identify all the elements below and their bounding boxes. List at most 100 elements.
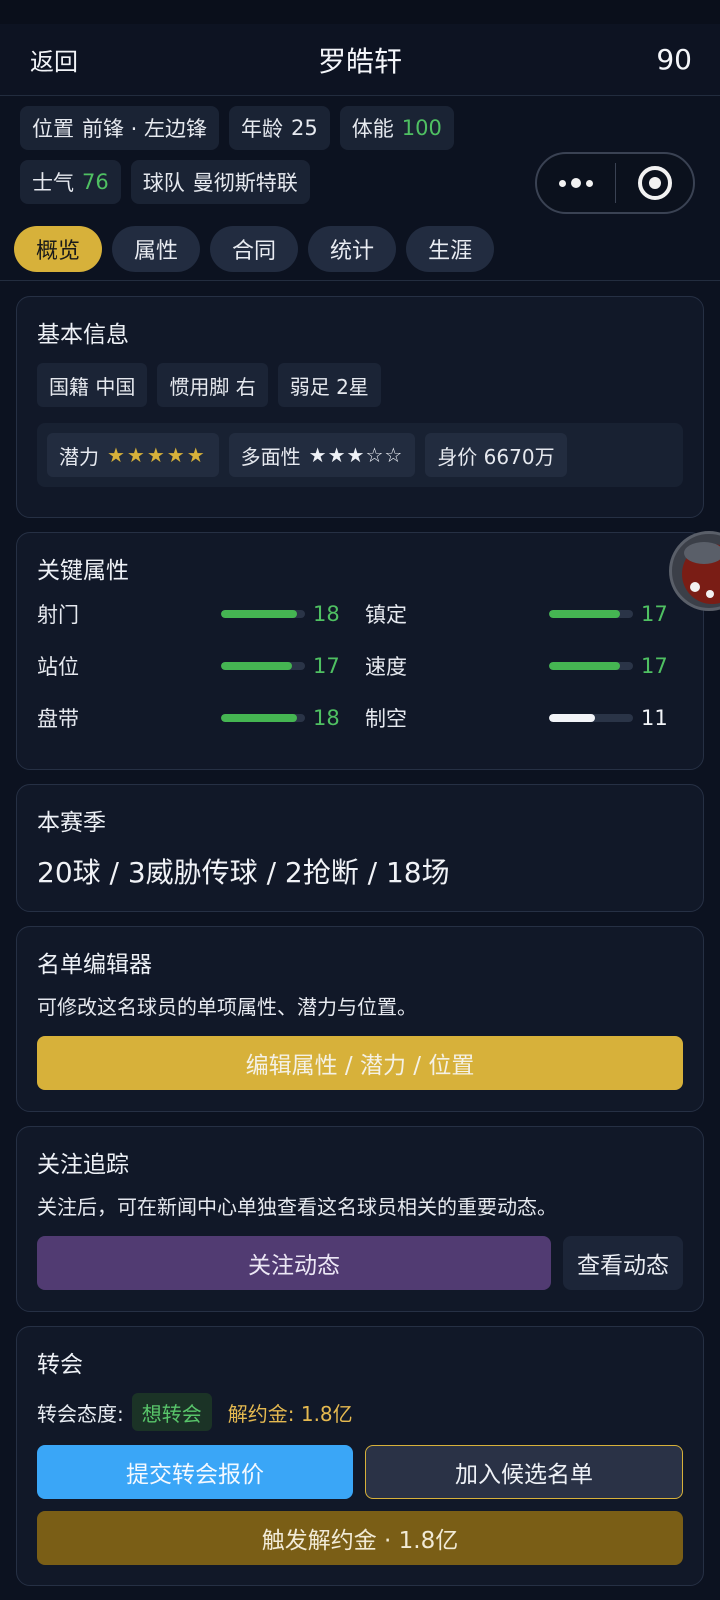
overall-rating: 90 <box>656 43 692 76</box>
release-clause: 解约金: 1.8亿 <box>227 1401 353 1426</box>
chip-label: 士气 <box>32 171 74 195</box>
close-miniprogram-icon[interactable] <box>616 166 693 200</box>
attribute-name: 射门 <box>37 603 79 627</box>
status-bar <box>0 0 720 24</box>
card-title: 基本信息 <box>37 322 129 348</box>
potential-label: 潜力 <box>59 444 99 469</box>
tab-attributes[interactable]: 属性 <box>112 226 201 272</box>
potential-tag: 潜力 ★★★★★ <box>47 433 219 477</box>
season-card: 本赛季 20球 / 3威胁传球 / 2抢断 / 18场 <box>16 784 704 912</box>
age-chip: 年龄 25 <box>229 106 330 150</box>
attribute-value: 17 <box>641 654 668 678</box>
chip-label: 体能 <box>351 117 394 141</box>
miniprogram-capsule <box>535 152 695 214</box>
chip-label: 位置 <box>32 117 74 141</box>
attribute-name: 站位 <box>37 655 79 679</box>
versatility-stars: ★★★☆☆ <box>308 443 404 467</box>
attribute-name: 盘带 <box>37 707 79 731</box>
tabs-divider <box>0 280 720 281</box>
edit-attributes-button[interactable]: 编辑属性 / 潜力 / 位置 <box>37 1036 683 1090</box>
transfer-actions: 提交转会报价 加入候选名单 <box>37 1445 683 1499</box>
attribute-bar <box>221 714 305 722</box>
card-title: 关键属性 <box>37 558 129 584</box>
key-attributes-card: 关键属性 射门 18 镇定 17 站位 17 速度 17 盘带 18 制空 11 <box>16 532 704 770</box>
attribute-bar <box>549 662 633 670</box>
chip-value: 前锋 · 左边锋 <box>82 117 208 141</box>
attribute-name: 制空 <box>365 707 407 731</box>
attribute-value: 17 <box>641 602 668 626</box>
attribute-row: 射门 18 <box>37 599 355 629</box>
follow-card: 关注追踪 关注后，可在新闻中心单独查看这名球员相关的重要动态。 关注动态 查看动… <box>16 1126 704 1312</box>
chip-value: 25 <box>291 116 318 140</box>
tab-stats[interactable]: 统计 <box>308 226 397 272</box>
chip-value: 曼彻斯特联 <box>192 171 298 195</box>
chip-label: 年龄 <box>241 117 284 141</box>
attribute-bar <box>549 610 633 618</box>
tab-career[interactable]: 生涯 <box>406 226 495 272</box>
roster-editor-card: 名单编辑器 可修改这名球员的单项属性、潜力与位置。 编辑属性 / 潜力 / 位置 <box>16 926 704 1112</box>
attribute-row: 站位 17 <box>37 651 355 681</box>
add-shortlist-button[interactable]: 加入候选名单 <box>365 1445 683 1499</box>
chip-label: 球队 <box>142 171 185 195</box>
more-menu-icon[interactable] <box>537 178 615 188</box>
follow-actions: 关注动态 查看动态 <box>37 1236 683 1290</box>
view-news-button[interactable]: 查看动态 <box>563 1236 683 1290</box>
card-title: 关注追踪 <box>37 1152 129 1178</box>
basic-tags: 国籍 中国 惯用脚 右 弱足 2星 <box>37 363 683 407</box>
team-chip: 球队 曼彻斯特联 <box>130 160 310 204</box>
tab-contract[interactable]: 合同 <box>210 226 299 272</box>
rating-tags: 潜力 ★★★★★ 多面性 ★★★☆☆ 身价 6670万 <box>37 423 683 487</box>
position-chip: 位置 前锋 · 左边锋 <box>20 106 220 150</box>
attribute-value: 11 <box>641 706 668 730</box>
versatility-tag: 多面性 ★★★☆☆ <box>228 433 416 477</box>
chip-value: 76 <box>82 170 109 194</box>
attribute-bar-fill <box>221 714 297 722</box>
attribute-grid: 射门 18 镇定 17 站位 17 速度 17 盘带 18 制空 11 <box>37 599 683 733</box>
transfer-card: 转会 转会态度: 想转会 解约金: 1.8亿 提交转会报价 加入候选名单 触发解… <box>16 1326 704 1586</box>
tab-bar: 概览 属性 合同 统计 生涯 <box>0 226 508 272</box>
weak-foot-tag: 弱足 2星 <box>277 363 381 407</box>
attribute-row: 盘带 18 <box>37 703 355 733</box>
attribute-bar-fill <box>221 610 297 618</box>
attribute-row: 速度 17 <box>365 651 683 681</box>
page-title: 罗皓轩 <box>317 44 402 78</box>
attribute-bar-fill <box>549 714 596 722</box>
tab-overview[interactable]: 概览 <box>14 226 103 272</box>
card-title: 本赛季 <box>37 810 106 836</box>
player-summary-chips: 位置 前锋 · 左边锋 年龄 25 体能 100 士气 76 球队 曼彻斯特联 <box>0 96 580 204</box>
card-title: 名单编辑器 <box>37 952 152 978</box>
attribute-bar <box>221 610 305 618</box>
attribute-name: 速度 <box>365 655 407 679</box>
morale-chip: 士气 76 <box>20 160 121 204</box>
editor-description: 可修改这名球员的单项属性、潜力与位置。 <box>37 995 417 1019</box>
trigger-release-clause-button[interactable]: 触发解约金 · 1.8亿 <box>37 1511 683 1565</box>
overview-content: 基本信息 国籍 中国 惯用脚 右 弱足 2星 潜力 ★★★★★ 多面性 ★★★☆… <box>16 296 704 1600</box>
attribute-bar-fill <box>549 662 621 670</box>
top-nav-bar: 返回 罗皓轩 90 <box>0 24 720 96</box>
attribute-bar-fill <box>221 662 293 670</box>
basic-info-card: 基本信息 国籍 中国 惯用脚 右 弱足 2星 潜力 ★★★★★ 多面性 ★★★☆… <box>16 296 704 518</box>
market-value-tag: 身价 6670万 <box>425 433 567 477</box>
attribute-bar <box>549 714 633 722</box>
versatility-label: 多面性 <box>240 444 301 469</box>
attribute-bar <box>221 662 305 670</box>
follow-button[interactable]: 关注动态 <box>37 1236 551 1290</box>
back-button[interactable]: 返回 <box>30 42 78 77</box>
transfer-attitude-row: 转会态度: 想转会 解约金: 1.8亿 <box>37 1393 683 1431</box>
attribute-row: 制空 11 <box>365 703 683 733</box>
attribute-row: 镇定 17 <box>365 599 683 629</box>
chip-value: 100 <box>401 116 442 140</box>
stamina-chip: 体能 100 <box>339 106 454 150</box>
nationality-tag: 国籍 中国 <box>37 363 148 407</box>
attitude-label: 转会态度: <box>37 1401 124 1426</box>
attribute-bar-fill <box>549 610 621 618</box>
potential-stars: ★★★★★ <box>107 443 207 467</box>
attitude-badge: 想转会 <box>131 1393 212 1431</box>
attribute-value: 17 <box>313 654 340 678</box>
attribute-name: 镇定 <box>365 603 407 627</box>
submit-offer-button[interactable]: 提交转会报价 <box>37 1445 353 1499</box>
season-stats: 20球 / 3威胁传球 / 2抢断 / 18场 <box>37 856 450 889</box>
follow-description: 关注后，可在新闻中心单独查看这名球员相关的重要动态。 <box>37 1195 557 1219</box>
attribute-value: 18 <box>313 602 340 626</box>
attribute-value: 18 <box>313 706 340 730</box>
